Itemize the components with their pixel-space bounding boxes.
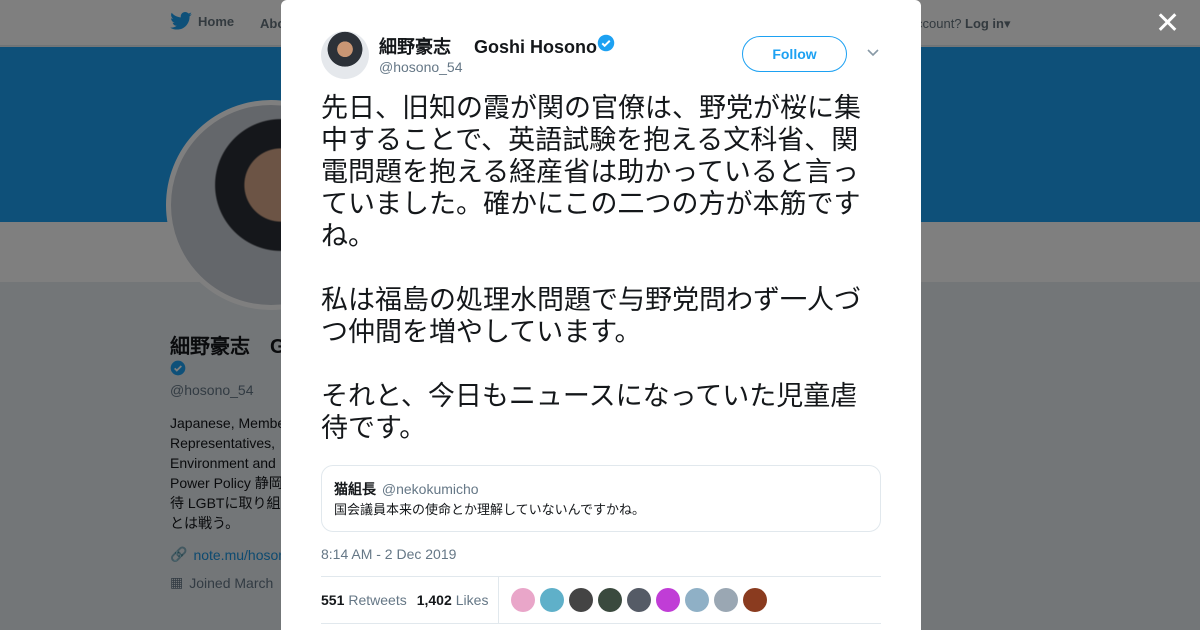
retweet-stat[interactable]: 551 Retweets xyxy=(321,592,407,608)
tweet-paragraph: 私は福島の処理水問題で与野党問わず一人づつ仲間を増やしています。 xyxy=(321,285,861,348)
author-avatar[interactable] xyxy=(321,31,369,79)
liker-avatar[interactable] xyxy=(511,588,536,612)
like-count: 1,402 xyxy=(416,592,452,608)
tweet-paragraph: それと、今日もニュースになっていた児童虐待です。 xyxy=(321,381,858,444)
liker-avatar[interactable] xyxy=(569,588,594,612)
quote-author-name: 猫組長 xyxy=(334,482,376,498)
author-name[interactable]: 細野豪志 Goshi Hosono xyxy=(379,33,597,59)
liker-avatar[interactable] xyxy=(656,588,681,612)
chevron-down-icon[interactable] xyxy=(865,44,881,60)
like-stat[interactable]: 1,402 Likes xyxy=(417,592,489,608)
liker-avatar[interactable] xyxy=(714,588,739,612)
tweet-stats: 551 Retweets 1,402 Likes xyxy=(321,576,881,624)
follow-button[interactable]: Follow xyxy=(742,36,847,72)
author-handle[interactable]: @hosono_54 xyxy=(379,59,463,75)
verified-icon xyxy=(597,34,615,57)
tweet-text: 先日、旧知の霞が関の官僚は、野党が桜に集中することで、英語試験を抱える文科省、関… xyxy=(321,93,883,445)
liker-avatar[interactable] xyxy=(685,588,710,612)
like-label: Likes xyxy=(455,592,489,608)
quote-header: 猫組長 @nekokumicho xyxy=(334,480,868,499)
tweet-paragraph: 先日、旧知の霞が関の官僚は、野党が桜に集中することで、英語試験を抱える文科省、関… xyxy=(321,93,861,252)
retweet-label: Retweets xyxy=(348,592,407,608)
tweet-modal: 細野豪志 Goshi Hosono @hosono_54 Follow 先日、旧… xyxy=(281,0,921,630)
stats-divider xyxy=(498,576,500,624)
quote-author-handle: @nekokumicho xyxy=(381,481,479,497)
retweet-count: 551 xyxy=(321,592,345,608)
liker-avatar[interactable] xyxy=(540,588,565,612)
liker-avatar[interactable] xyxy=(627,588,652,612)
liker-avatar[interactable] xyxy=(598,588,623,612)
liker-avatar[interactable] xyxy=(743,588,768,612)
close-icon[interactable]: ✕ xyxy=(1155,9,1180,39)
quote-text: 国会議員本来の使命とか理解していないんですかね。 xyxy=(334,503,645,518)
quoted-tweet[interactable]: 猫組長 @nekokumicho 国会議員本来の使命とか理解していないんですかね… xyxy=(321,465,881,532)
liker-avatars xyxy=(511,588,768,612)
tweet-timestamp[interactable]: 8:14 AM - 2 Dec 2019 xyxy=(321,546,456,562)
